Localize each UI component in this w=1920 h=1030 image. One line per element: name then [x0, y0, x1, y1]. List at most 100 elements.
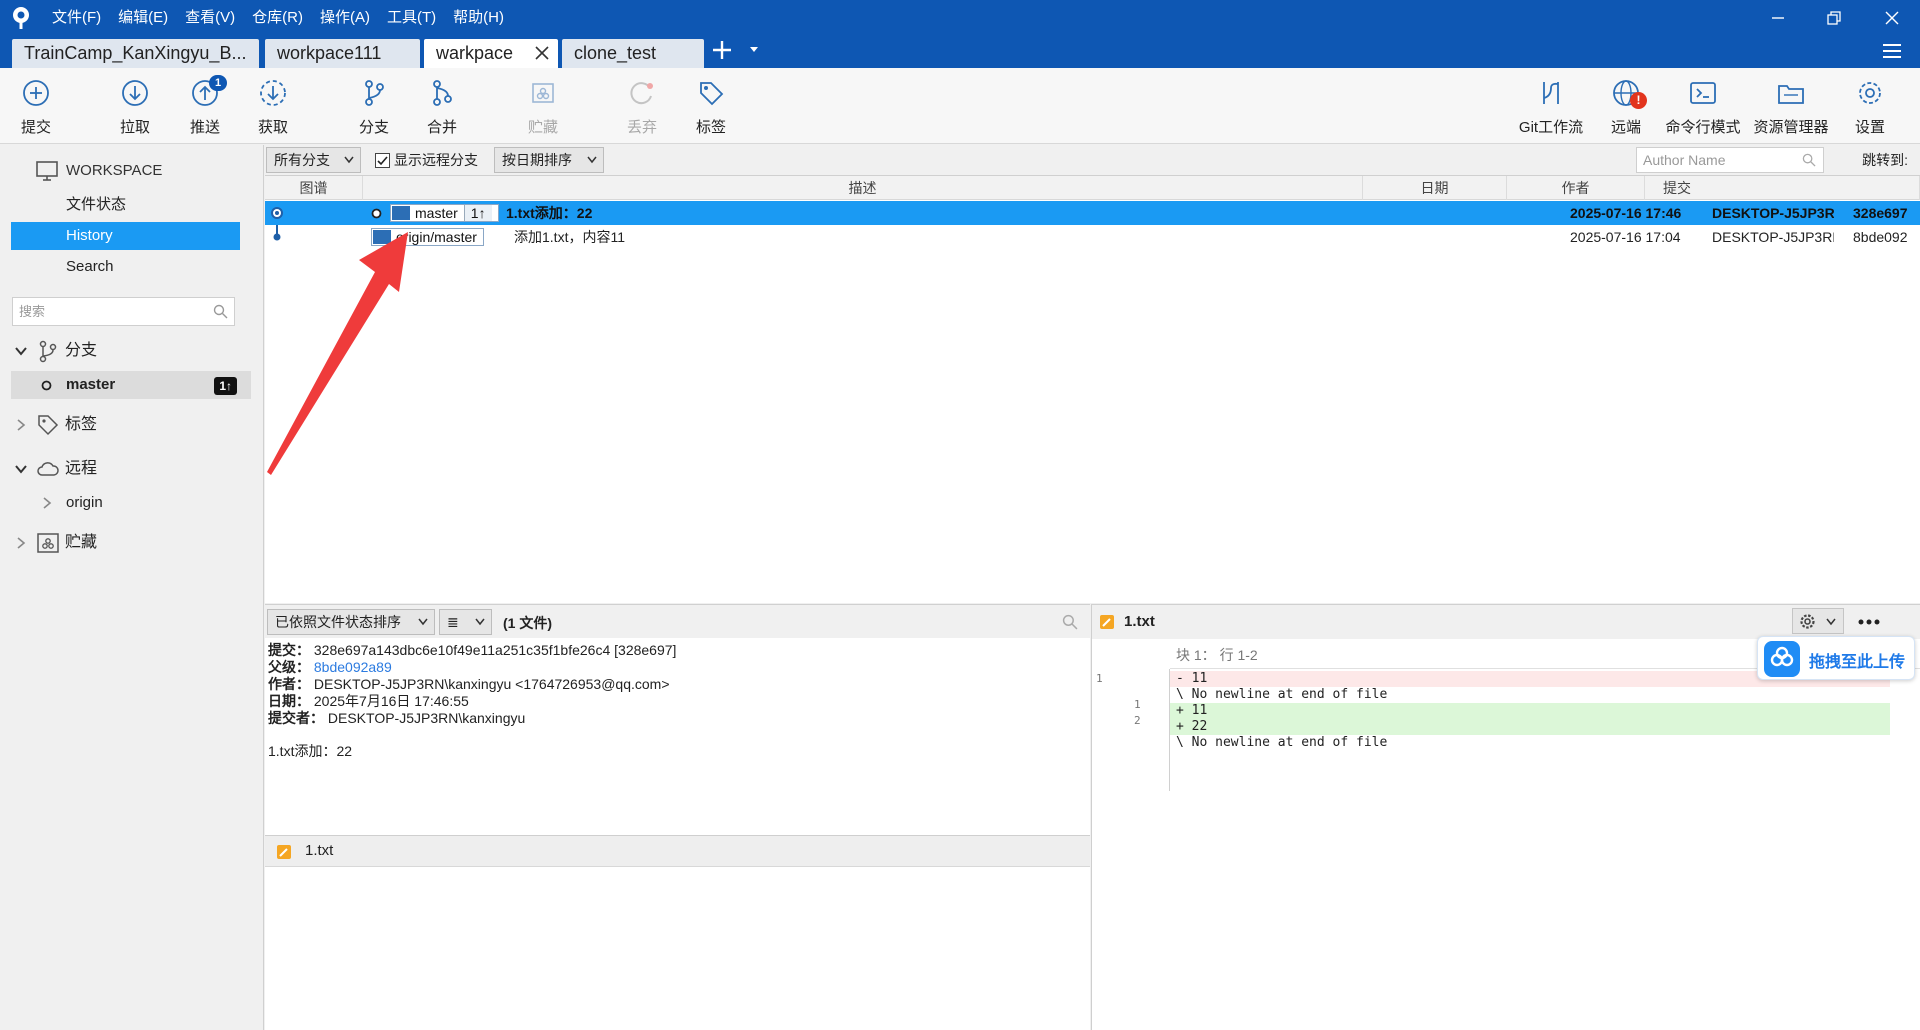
sidebar-group-remotes[interactable]: 远程 — [0, 455, 262, 483]
commit-author: DESKTOP-J5JP3RN — [1712, 229, 1834, 245]
commit-details: 提交： 328e697a143dbc6e10f49e11a251c35f1bfe… — [265, 638, 1090, 835]
commit-row[interactable]: origin/master 添加1.txt，内容11 2025-07-16 17… — [265, 225, 1920, 249]
explorer-button[interactable]: 资源管理器 — [1751, 68, 1831, 144]
push-count-badge: 1 — [209, 75, 227, 91]
chevron-down-icon — [475, 618, 485, 626]
tab-traincamp[interactable]: TrainCamp_KanXingyu_B... — [12, 39, 259, 68]
tab-workpace111[interactable]: workpace111 — [265, 39, 420, 68]
discard-button[interactable]: 丢弃 — [602, 68, 682, 144]
menu-tools[interactable]: 工具(T) — [387, 0, 436, 36]
git-flow-button[interactable]: Git工作流 — [1511, 68, 1591, 144]
menu-edit[interactable]: 编辑(E) — [118, 0, 168, 36]
sidebar-item-master[interactable]: master 1↑ — [11, 371, 251, 399]
new-line-number: 2 — [1134, 714, 1141, 727]
sidebar-group-stashes[interactable]: 贮藏 — [0, 529, 262, 557]
column-graph[interactable]: 图谱 — [265, 176, 363, 200]
minimize-button[interactable] — [1752, 0, 1804, 36]
detail-date: 日期： 2025年7月16日 17:46:55 — [268, 693, 469, 710]
sidebar-item-file-status[interactable]: 文件状态 — [0, 191, 262, 219]
current-branch-icon — [41, 380, 52, 391]
branch-ref-master[interactable]: master 1↑ — [390, 204, 499, 222]
sidebar-item-search[interactable]: Search — [0, 253, 262, 281]
tab-close-icon[interactable] — [534, 45, 550, 61]
terminal-label: 命令行模式 — [1665, 119, 1741, 136]
menu-repository[interactable]: 仓库(R) — [252, 0, 303, 36]
search-placeholder: 搜索 — [19, 304, 46, 319]
checkbox-checked[interactable] — [375, 153, 390, 168]
pull-label: 拉取 — [119, 119, 150, 136]
sidebar-group-label: 标签 — [65, 416, 98, 433]
pull-button[interactable]: 拉取 — [95, 68, 175, 144]
close-button[interactable] — [1866, 0, 1918, 36]
tab-warkpace[interactable]: warkpace — [424, 39, 558, 68]
branch-icon — [39, 340, 57, 363]
commit-button[interactable]: 提交 — [0, 68, 76, 144]
author-placeholder: Author Name — [1643, 152, 1726, 168]
sidebar: WORKSPACE 文件状态 History Search 搜索 分支 mast… — [0, 145, 264, 1030]
jump-to-label[interactable]: 跳转到: — [1862, 150, 1908, 170]
terminal-button[interactable]: 命令行模式 — [1663, 68, 1743, 144]
remote-button[interactable]: ! 远端 — [1586, 68, 1666, 144]
close-icon — [1885, 11, 1899, 25]
detail-label: 父级： — [268, 659, 310, 675]
stash-icon — [37, 533, 59, 553]
changed-file-row[interactable]: 1.txt — [265, 835, 1090, 867]
diff-options-button[interactable] — [1792, 608, 1844, 634]
branch-icon — [365, 80, 384, 106]
menu-view[interactable]: 查看(V) — [185, 0, 235, 36]
ref-label: master — [415, 205, 458, 221]
tab-label: workpace111 — [277, 43, 382, 63]
branch-ref-origin-master[interactable]: origin/master — [371, 228, 484, 246]
graph-node-icon — [271, 207, 283, 219]
tag-button[interactable]: 标签 — [671, 68, 751, 144]
show-remote-branches-checkbox[interactable]: 显示远程分支 — [375, 150, 478, 170]
sidebar-item-history[interactable]: History — [11, 222, 240, 250]
sidebar-group-tags[interactable]: 标签 — [0, 411, 262, 439]
commit-row[interactable]: master 1↑ 1.txt添加：22 2025-07-16 17:46 DES… — [265, 201, 1920, 225]
commit-full-hash[interactable]: 328e697a143dbc6e10f49e11a251c35f1bfe26c4… — [314, 642, 677, 658]
ahead-count: 1↑ — [463, 205, 492, 221]
view-mode-value: ≣ — [447, 614, 459, 630]
merge-button[interactable]: 合并 — [402, 68, 482, 144]
more-options-icon[interactable] — [1858, 618, 1880, 626]
sort-order-select[interactable]: 按日期排序 — [494, 147, 604, 173]
detail-label: 提交： — [268, 642, 310, 658]
column-description[interactable]: 描述 — [363, 176, 1363, 200]
column-author[interactable]: 作者 — [1507, 176, 1645, 200]
commit-description: 1.txt添加：22 — [506, 205, 593, 221]
tab-label: clone_test — [574, 43, 657, 63]
column-commit[interactable]: 提交 — [1645, 176, 1920, 200]
author-filter-input[interactable]: Author Name — [1636, 147, 1824, 173]
menu-actions[interactable]: 操作(A) — [320, 0, 370, 36]
parent-hash-link[interactable]: 8bde092a89 — [314, 659, 392, 675]
menu-help[interactable]: 帮助(H) — [453, 0, 504, 36]
detail-label: 作者： — [268, 676, 310, 692]
menu-bar: 文件(F) 编辑(E) 查看(V) 仓库(R) 操作(A) 工具(T) 帮助(H… — [52, 0, 521, 36]
add-tab-icon[interactable] — [710, 38, 734, 62]
view-mode-select[interactable]: ≣ — [439, 609, 492, 635]
settings-button[interactable]: 设置 — [1830, 68, 1910, 144]
hamburger-icon[interactable] — [1880, 41, 1904, 61]
column-date[interactable]: 日期 — [1363, 176, 1507, 200]
remote-ref-icon — [373, 230, 391, 244]
sidebar-group-branches[interactable]: 分支 — [0, 337, 262, 365]
stash-label: 贮藏 — [527, 119, 558, 136]
file-sort-select[interactable]: 已依照文件状态排序 — [267, 609, 435, 635]
fetch-button[interactable]: 获取 — [233, 68, 313, 144]
chevron-down-icon — [344, 156, 354, 164]
sidebar-search-input[interactable]: 搜索 — [12, 297, 235, 326]
stash-button[interactable]: 贮藏 — [503, 68, 583, 144]
branch-filter-select[interactable]: 所有分支 — [266, 147, 361, 173]
tab-clone-test[interactable]: clone_test — [562, 39, 704, 68]
search-icon[interactable] — [1062, 614, 1078, 630]
restore-button[interactable] — [1808, 0, 1860, 36]
sidebar-item-origin[interactable]: origin — [0, 489, 262, 517]
gear-icon — [1859, 82, 1881, 104]
pull-icon — [122, 80, 148, 106]
commit-message: 1.txt添加：22 — [268, 743, 353, 759]
tab-dropdown-icon[interactable] — [748, 44, 760, 56]
drag-upload-widget[interactable]: 拖拽至此上传 — [1757, 636, 1915, 680]
discard-icon — [630, 82, 653, 105]
menu-file[interactable]: 文件(F) — [52, 0, 101, 36]
gear-icon — [1800, 614, 1815, 629]
